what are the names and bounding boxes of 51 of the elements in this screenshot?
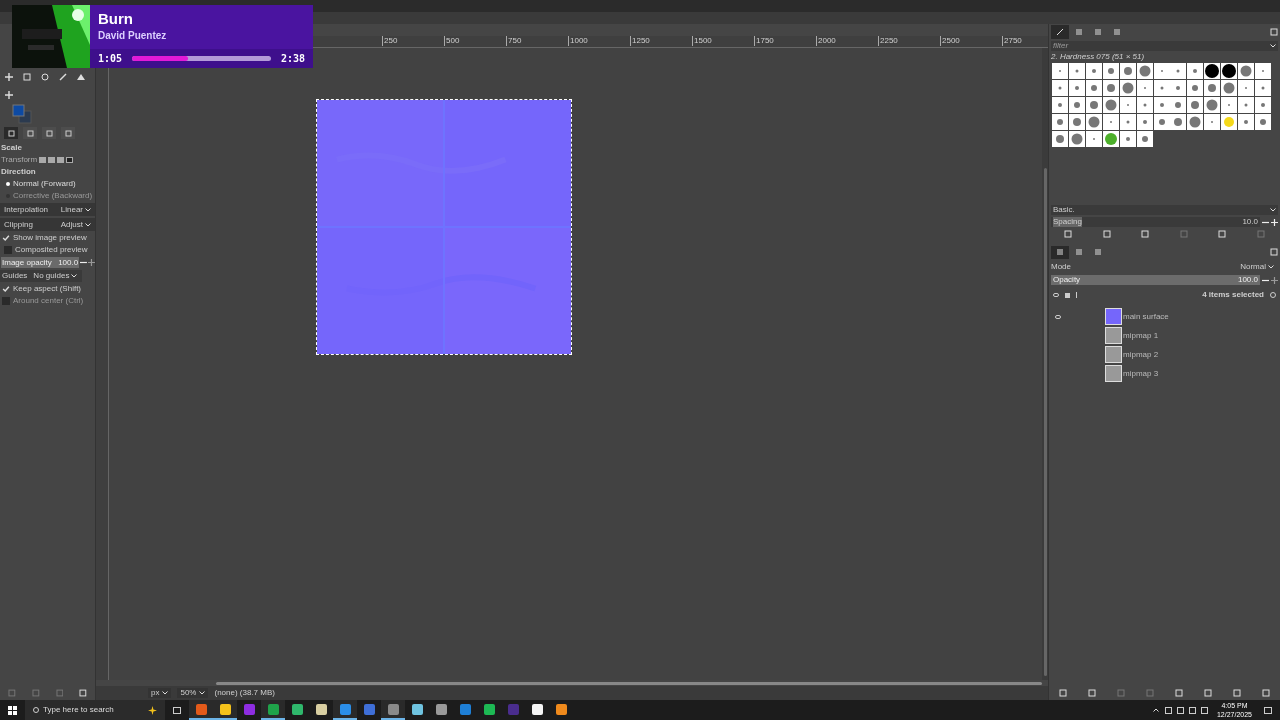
layer-row[interactable]: mipmap 1 — [1049, 326, 1280, 345]
filter-field[interactable]: filter — [1051, 41, 1278, 51]
selection-count: 4 items selected — [1202, 290, 1264, 300]
track-artist: David Puentez — [98, 29, 168, 42]
option-label: Mode — [1051, 262, 1071, 272]
unit-dropdown[interactable]: px — [148, 688, 172, 698]
ruler-label: 2000 — [816, 36, 836, 46]
option-label: Direction — [0, 167, 37, 177]
opacity-field[interactable]: Image opacity 100.0 — [1, 257, 80, 268]
elapsed-time: 1:05 — [98, 53, 123, 64]
ruler-label: 1500 — [692, 36, 712, 46]
ruler-label: 2750 — [1002, 36, 1022, 46]
option-dropdown[interactable]: Adjust — [60, 219, 91, 230]
ruler-label: 1000 — [568, 36, 588, 46]
total-time: 2:38 — [280, 53, 305, 64]
layer-name[interactable]: mipmap 3 — [1122, 368, 1159, 379]
option-label: Clipping — [4, 219, 33, 230]
option-dropdown[interactable]: No guides — [33, 271, 78, 281]
preset-dropdown[interactable]: Basic. — [1051, 205, 1278, 215]
checkbox-label: Composited preview — [15, 245, 88, 255]
option-dropdown[interactable]: Linear — [60, 204, 91, 215]
ruler-label: 1750 — [754, 36, 774, 46]
layer-name[interactable]: main surface — [1122, 311, 1169, 322]
status-info: (none) (38.7 MB) — [214, 688, 275, 698]
ruler-label: 2250 — [878, 36, 898, 46]
mode-dropdown[interactable]: Normal — [1240, 262, 1278, 272]
layer-row[interactable]: main surface — [1049, 307, 1280, 326]
checkbox-label: Around center (Ctrl) — [13, 296, 84, 306]
checkbox-label: Keep aspect (Shift) — [13, 284, 82, 294]
layer-name[interactable]: mipmap 2 — [1122, 349, 1159, 360]
spacing-field[interactable]: Spacing 10.0 — [1051, 217, 1260, 227]
radio-label: Corrective (Backward) — [13, 191, 93, 201]
ruler-label: 750 — [506, 36, 526, 46]
checkbox-label: Show image preview — [13, 233, 87, 243]
ruler-label: 500 — [444, 36, 464, 46]
ruler-label: 2500 — [940, 36, 960, 46]
option-label: Guides — [2, 271, 28, 281]
opacity-field[interactable]: Opacity 100.0 — [1051, 275, 1260, 285]
taskbar-search-field[interactable]: Type here to search — [25, 700, 165, 720]
layer-row[interactable]: mipmap 2 — [1049, 345, 1280, 364]
radio-label: Normal (Forward) — [13, 179, 76, 189]
option-label: Transform — [1, 155, 38, 165]
track-title: Burn — [98, 10, 134, 28]
zoom-dropdown[interactable]: 50% — [177, 688, 209, 698]
brush-name: 2. Hardness 075 (51 × 51) — [1050, 52, 1146, 62]
layer-name[interactable]: mipmap 1 — [1122, 330, 1159, 341]
options-title: Scale — [0, 143, 23, 153]
option-label: Interpolation — [4, 204, 49, 215]
ruler-label: 1250 — [630, 36, 650, 46]
layer-row[interactable]: mipmap 3 — [1049, 364, 1280, 383]
ruler-label: 250 — [382, 36, 402, 46]
